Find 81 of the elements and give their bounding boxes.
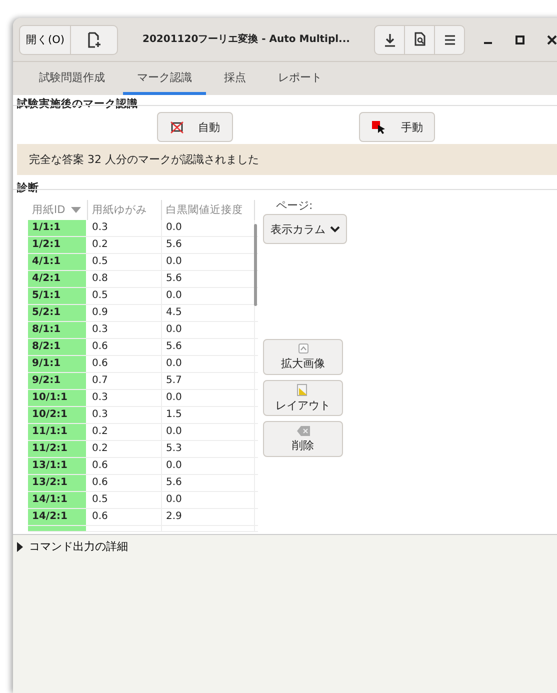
auto-button[interactable]: 自動	[157, 112, 233, 142]
table-cell: 0.8	[88, 271, 162, 287]
table-cell: 4/2:1	[28, 271, 88, 287]
table-cell: 13/1:1	[28, 458, 88, 474]
tab[interactable]: レポート	[264, 62, 336, 95]
columns-dropdown[interactable]: 表示カラム	[263, 214, 347, 244]
cursor-icon	[371, 120, 387, 134]
manual-button[interactable]: 手動	[359, 112, 435, 142]
table-cell: 0.0	[162, 390, 255, 406]
table-cell: 8/2:1	[28, 339, 88, 355]
new-document-button[interactable]	[70, 24, 118, 54]
layout-button[interactable]: レイアウト	[263, 380, 343, 416]
backspace-icon	[296, 426, 310, 436]
table-cell: 14/2:1	[28, 509, 88, 525]
window-title: 20201120フーリエ変換 - Auto Multipl...	[142, 32, 351, 46]
table-cell: 10/2:1	[28, 407, 88, 423]
table-cell: 13/2:1	[28, 475, 88, 491]
document-search-icon	[414, 32, 426, 47]
table-cell: 0.6	[88, 458, 162, 474]
table-cell: 4/1:1	[28, 254, 88, 270]
page-label: ページ:	[276, 198, 313, 213]
table-cell: 0.0	[162, 458, 255, 474]
table-cell: 0.2	[88, 441, 162, 457]
table-cell: 9/1:1	[28, 356, 88, 372]
envelope-icon	[170, 120, 184, 134]
scrollbar[interactable]	[254, 224, 257, 306]
chevron-down-icon	[330, 226, 340, 232]
table-cell: 11/1:1	[28, 424, 88, 440]
command-output-expander[interactable]: コマンド出力の詳細	[16, 539, 128, 554]
tab[interactable]: 試験問題作成	[25, 62, 119, 95]
table-cell: 0.2	[88, 424, 162, 440]
table-cell: 5.6	[162, 475, 255, 491]
table-cell: 0.0	[162, 322, 255, 338]
table-cell: 0.6	[88, 475, 162, 491]
document-search-button[interactable]	[404, 24, 435, 54]
download-button[interactable]	[374, 24, 405, 54]
status-message: 完全な答案 32 人分のマークが認識されました	[17, 144, 557, 175]
close-icon[interactable]	[547, 34, 557, 44]
table-cell: 0.7	[88, 373, 162, 389]
table-cell: 1/2:1	[28, 237, 88, 253]
table-cell: 5/1:1	[28, 288, 88, 304]
table-cell: 0.6	[88, 339, 162, 355]
table-cell: 8/1:1	[28, 322, 88, 338]
table-cell: 0.2	[88, 237, 162, 253]
table-cell: 0.5	[88, 288, 162, 304]
column-header[interactable]: 用紙ゆがみ	[88, 200, 162, 220]
table-cell: 0.0	[162, 356, 255, 372]
table-cell: 11/2:1	[28, 441, 88, 457]
table-cell: 0.3	[88, 220, 162, 236]
open-button[interactable]: 開く(O)	[19, 24, 72, 54]
table-cell: 1.5	[162, 407, 255, 423]
table-cell: 9/2:1	[28, 373, 88, 389]
table-cell: 0.9	[88, 305, 162, 321]
maximize-icon[interactable]	[515, 34, 525, 44]
download-icon	[384, 32, 396, 46]
table-cell: 0.6	[88, 509, 162, 525]
table-cell: 5.3	[162, 441, 255, 457]
column-header[interactable]: 白黒閾値近接度	[162, 200, 255, 220]
delete-button[interactable]: 削除	[263, 421, 343, 457]
table-cell: 10/1:1	[28, 390, 88, 406]
table-cell: 0.0	[162, 424, 255, 440]
zoom-button[interactable]: 拡大画像	[263, 339, 343, 375]
ruler-icon	[297, 384, 309, 396]
table-cell: 0.3	[88, 390, 162, 406]
menu-button[interactable]	[434, 24, 465, 54]
image-icon	[298, 343, 308, 354]
new-document-icon	[87, 32, 102, 48]
table-cell: 14/1:1	[28, 492, 88, 508]
table-cell: 5.6	[162, 339, 255, 355]
table-cell: 0.3	[88, 322, 162, 338]
table-cell: 1/1:1	[28, 220, 88, 236]
table-cell: 0.3	[88, 407, 162, 423]
table-cell: 0.5	[88, 254, 162, 270]
table-cell: 0.6	[88, 356, 162, 372]
table-cell: 5/2:1	[28, 305, 88, 321]
table-cell: 5.7	[162, 373, 255, 389]
table-cell: 2.9	[162, 509, 255, 525]
table-cell: 0.0	[162, 492, 255, 508]
tab[interactable]: 採点	[210, 62, 260, 95]
table-cell: 0.5	[88, 492, 162, 508]
menu-icon	[444, 34, 456, 44]
